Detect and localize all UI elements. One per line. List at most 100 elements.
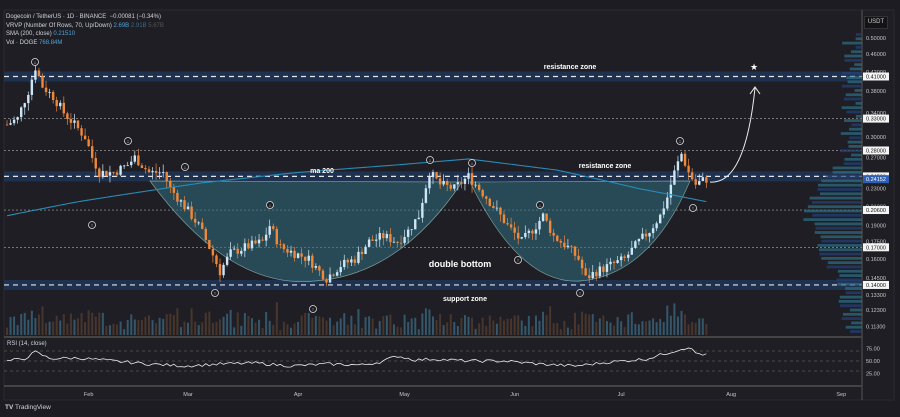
arrow-up-marker-icon: ↑: [89, 222, 96, 230]
marker-glyph: ↓: [34, 60, 37, 66]
volume-bar: [610, 323, 612, 335]
candle-body: [705, 177, 707, 183]
volume-bar: [244, 313, 246, 335]
volume-bar: [411, 319, 413, 335]
volume-bar: [333, 325, 335, 335]
volume-profile-bar: [842, 317, 862, 320]
volume-bar: [95, 317, 97, 335]
tradingview-logo[interactable]: TV TradingView: [5, 404, 51, 411]
volume-profile-bar: [815, 231, 862, 234]
candle-body: [322, 271, 324, 280]
volume-bar: [389, 315, 391, 335]
candle-body: [123, 166, 125, 167]
candle-body: [219, 264, 221, 275]
marker-glyph: ↓: [127, 139, 130, 145]
volume-bar: [134, 319, 136, 335]
vrvp-label[interactable]: VRVP (Number Of Rows, 70, Up/Down): [6, 23, 112, 29]
volume-bar: [578, 324, 580, 335]
price-chart[interactable]: ★ ↓ ↓ ↓ ↓ ↓ ↓ ↓ ↓ ↑ ↑ ↑ ↑ ↑ ↑ resistance zone resistance…: [0, 0, 900, 417]
candle-body: [187, 207, 189, 210]
volume-bar: [105, 326, 107, 335]
price-label: 0.33000: [866, 117, 886, 123]
volume-bar: [198, 325, 200, 335]
volume-bar: [180, 327, 182, 335]
volume-bar: [613, 326, 615, 335]
volume-bar: [66, 324, 68, 335]
volume-bar: [233, 327, 235, 335]
volume-bar: [382, 316, 384, 335]
volume-bar: [10, 317, 12, 335]
volume-bar: [436, 320, 438, 335]
candle-body: [297, 253, 299, 258]
volume-profile-bar: [833, 171, 862, 174]
volume-label[interactable]: Vol · DOGE: [6, 40, 37, 46]
volume-bar: [535, 316, 537, 335]
volume-bar: [240, 326, 242, 335]
volume-bar: [372, 319, 374, 335]
marker-glyph: ↓: [679, 139, 682, 145]
price-label: 0.14000: [866, 283, 886, 289]
volume-profile-bar: [839, 300, 862, 303]
volume-bar: [542, 312, 544, 335]
candle-body: [609, 262, 611, 264]
volume-profile-bar: [844, 59, 862, 62]
candle-body: [652, 228, 654, 233]
volume-profile-bar: [849, 136, 862, 139]
candle-body: [59, 103, 61, 106]
rsi-label[interactable]: RSI (14, close): [7, 341, 47, 347]
candle-body: [116, 173, 118, 175]
volume-profile-bar: [818, 184, 862, 187]
arrow-up-marker-icon: ↑: [212, 290, 219, 298]
volume-profile-bar: [843, 313, 862, 316]
candle-body: [119, 166, 121, 175]
volume-bar: [173, 315, 175, 335]
candle-body: [166, 172, 168, 181]
marker-glyph: ↓: [184, 165, 187, 171]
volume-bar: [638, 324, 640, 335]
candle-body: [272, 226, 274, 229]
arrow-up-marker-icon: ↑: [515, 257, 522, 265]
volume-bar: [645, 321, 647, 335]
volume-bar: [397, 327, 399, 335]
volume-bar: [127, 320, 129, 335]
volume-bar: [247, 316, 249, 335]
candle-body: [421, 203, 423, 218]
volume-bar: [63, 314, 65, 335]
candle-body: [229, 249, 231, 256]
candle-body: [670, 185, 672, 198]
volume-profile-bar: [856, 46, 862, 49]
volume-bar: [702, 318, 704, 335]
volume-bar: [113, 324, 115, 335]
volume-bar: [627, 314, 629, 335]
symbol-title[interactable]: Dogecoin / TetherUS · 1D · BINANCE: [6, 14, 106, 20]
time-tick: Apr: [294, 392, 303, 398]
volume-bar: [602, 316, 604, 335]
candle-body: [602, 266, 604, 271]
volume-bar: [553, 323, 555, 335]
candle-body: [91, 146, 93, 158]
candle-body: [173, 187, 175, 193]
brand-text: TradingView: [15, 404, 51, 411]
candle-body: [283, 244, 285, 249]
volume-bar: [347, 325, 349, 335]
arrow-down-marker-icon: ↓: [32, 59, 39, 67]
candle-body: [666, 198, 668, 209]
candle-body: [205, 229, 207, 240]
volume-bar: [187, 323, 189, 335]
volume-bar: [137, 320, 139, 335]
candle-body: [368, 239, 370, 246]
volume-bar: [563, 321, 565, 335]
candle-body: [304, 257, 306, 261]
resistance-zone-label-upper: resistance zone: [544, 64, 597, 71]
volume-profile-bar: [817, 244, 862, 247]
candle-body: [102, 171, 104, 177]
candle-body: [244, 243, 246, 251]
candle-body: [318, 266, 320, 271]
volume-bar: [624, 327, 626, 335]
volume-bar: [301, 315, 303, 335]
volume-bar: [510, 319, 512, 335]
candle-body: [300, 253, 302, 256]
candle-body: [574, 247, 576, 256]
sma-label[interactable]: SMA (200, close): [6, 31, 52, 37]
currency-button[interactable]: USDT: [864, 16, 888, 29]
